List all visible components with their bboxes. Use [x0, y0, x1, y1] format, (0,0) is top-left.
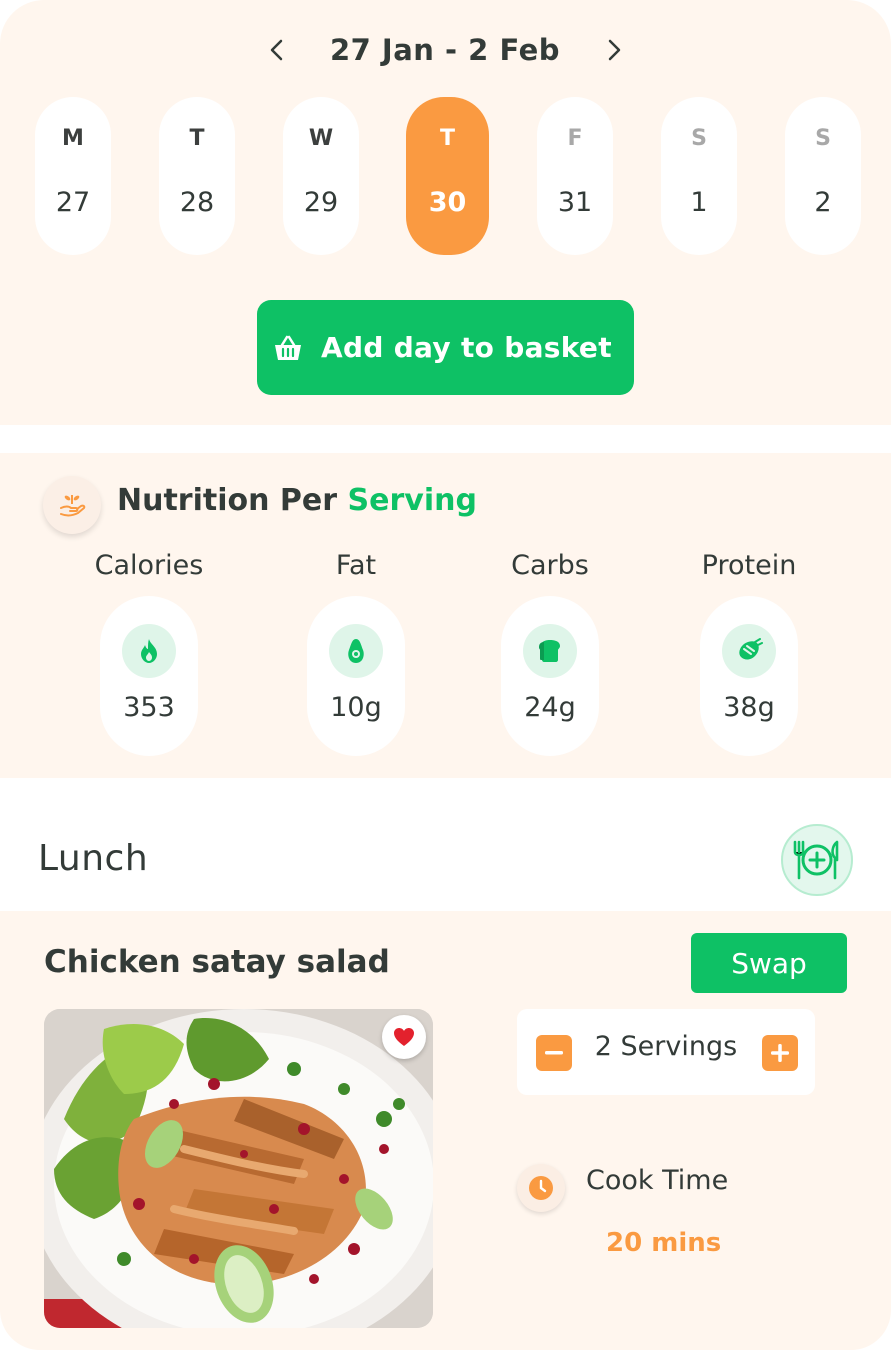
basket-button-label: Add day to basket — [321, 331, 612, 364]
recipe-name: Chicken satay salad — [44, 944, 390, 980]
day-letter: M — [62, 126, 84, 151]
day-sunday[interactable]: S 2 — [785, 97, 861, 255]
swap-button[interactable]: Swap — [691, 933, 847, 993]
macro-label: Carbs — [511, 550, 589, 581]
day-number: 27 — [55, 187, 91, 218]
macro-value: 10g — [330, 692, 382, 723]
day-letter: F — [567, 126, 583, 151]
macro-pill: 24g — [501, 596, 599, 756]
clock-icon — [517, 1164, 565, 1212]
macro-carbs: Carbs 24g — [450, 550, 650, 756]
macro-pill: 38g — [700, 596, 798, 756]
cook-time-label: Cook Time — [586, 1165, 729, 1196]
chevron-left-icon[interactable] — [259, 32, 295, 68]
day-number: 2 — [814, 187, 832, 218]
day-letter: T — [439, 126, 455, 151]
hand-plant-icon — [43, 476, 101, 534]
chevron-right-icon[interactable] — [596, 32, 632, 68]
recipe-card: Chicken satay salad Swap 2 Servings Cook… — [0, 911, 891, 1350]
macro-label: Protein — [701, 550, 797, 581]
macro-value: 38g — [723, 692, 775, 723]
macro-calories: Calories 353 — [49, 550, 249, 756]
macro-label: Calories — [94, 550, 204, 581]
day-letter: T — [189, 126, 205, 151]
macro-label: Fat — [335, 550, 377, 581]
meat-icon — [722, 624, 776, 678]
day-friday[interactable]: F 31 — [537, 97, 613, 255]
nutrition-title-highlight: Serving — [347, 483, 477, 518]
day-number: 1 — [690, 187, 708, 218]
day-letter: S — [815, 126, 831, 151]
plate-add-icon[interactable] — [781, 824, 853, 896]
recipe-photo[interactable] — [44, 1009, 433, 1328]
macro-fat: Fat 10g — [256, 550, 456, 756]
macro-protein: Protein 38g — [649, 550, 849, 756]
day-number: 31 — [557, 187, 593, 218]
day-letter: S — [691, 126, 707, 151]
day-monday[interactable]: M 27 — [35, 97, 111, 255]
cook-time-value: 20 mins — [606, 1228, 722, 1258]
avocado-icon — [329, 624, 383, 678]
flame-icon — [122, 624, 176, 678]
nutrition-title: Nutrition Per Serving — [117, 483, 477, 518]
meal-title: Lunch — [38, 838, 149, 879]
day-number: 30 — [428, 187, 467, 218]
day-number: 29 — [303, 187, 339, 218]
week-nav: 27 Jan - 2 Feb — [0, 28, 891, 72]
bread-icon — [523, 624, 577, 678]
nutrition-panel: Nutrition Per Serving Calories 353 Fat 1… — [0, 453, 891, 778]
macro-pill: 353 — [100, 596, 198, 756]
day-tuesday[interactable]: T 28 — [159, 97, 235, 255]
plus-icon[interactable] — [762, 1035, 798, 1071]
basket-icon — [273, 333, 303, 363]
day-saturday[interactable]: S 1 — [661, 97, 737, 255]
heart-icon[interactable] — [382, 1015, 426, 1059]
day-number: 28 — [179, 187, 215, 218]
week-range: 27 Jan - 2 Feb — [329, 33, 561, 67]
add-day-to-basket-button[interactable]: Add day to basket — [257, 300, 634, 395]
macro-value: 24g — [524, 692, 576, 723]
day-wednesday[interactable]: W 29 — [283, 97, 359, 255]
day-thursday-selected[interactable]: T 30 — [406, 97, 489, 255]
nutrition-title-text: Nutrition Per — [117, 483, 338, 518]
servings-stepper: 2 Servings — [517, 1009, 815, 1095]
day-letter: W — [308, 126, 334, 151]
macro-value: 353 — [123, 692, 175, 723]
week-selector: 27 Jan - 2 Feb M 27 T 28 W 29 T 30 F 31 … — [0, 0, 891, 425]
macro-pill: 10g — [307, 596, 405, 756]
